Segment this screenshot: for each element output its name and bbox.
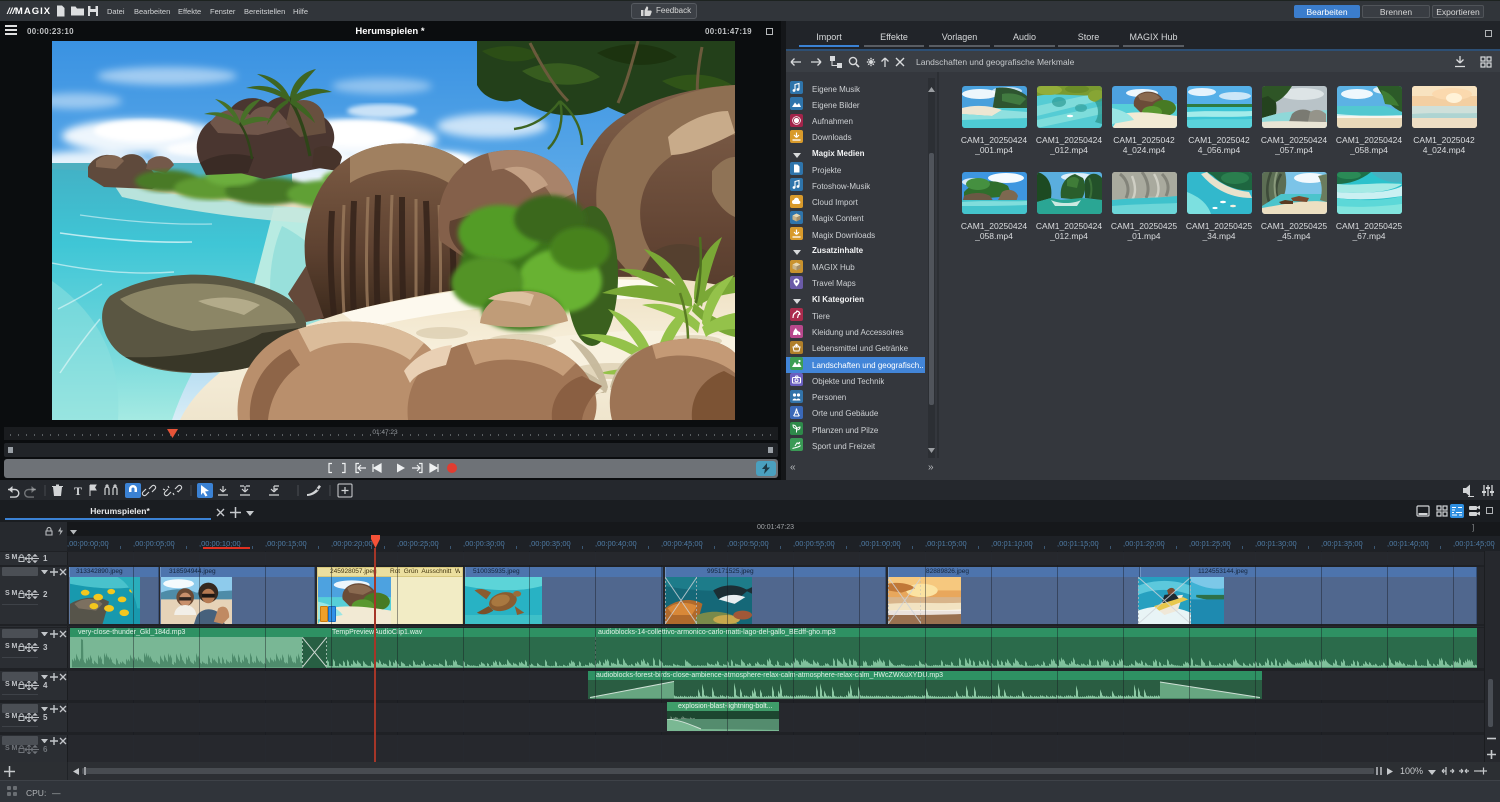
svg-text:T: T: [74, 484, 82, 498]
